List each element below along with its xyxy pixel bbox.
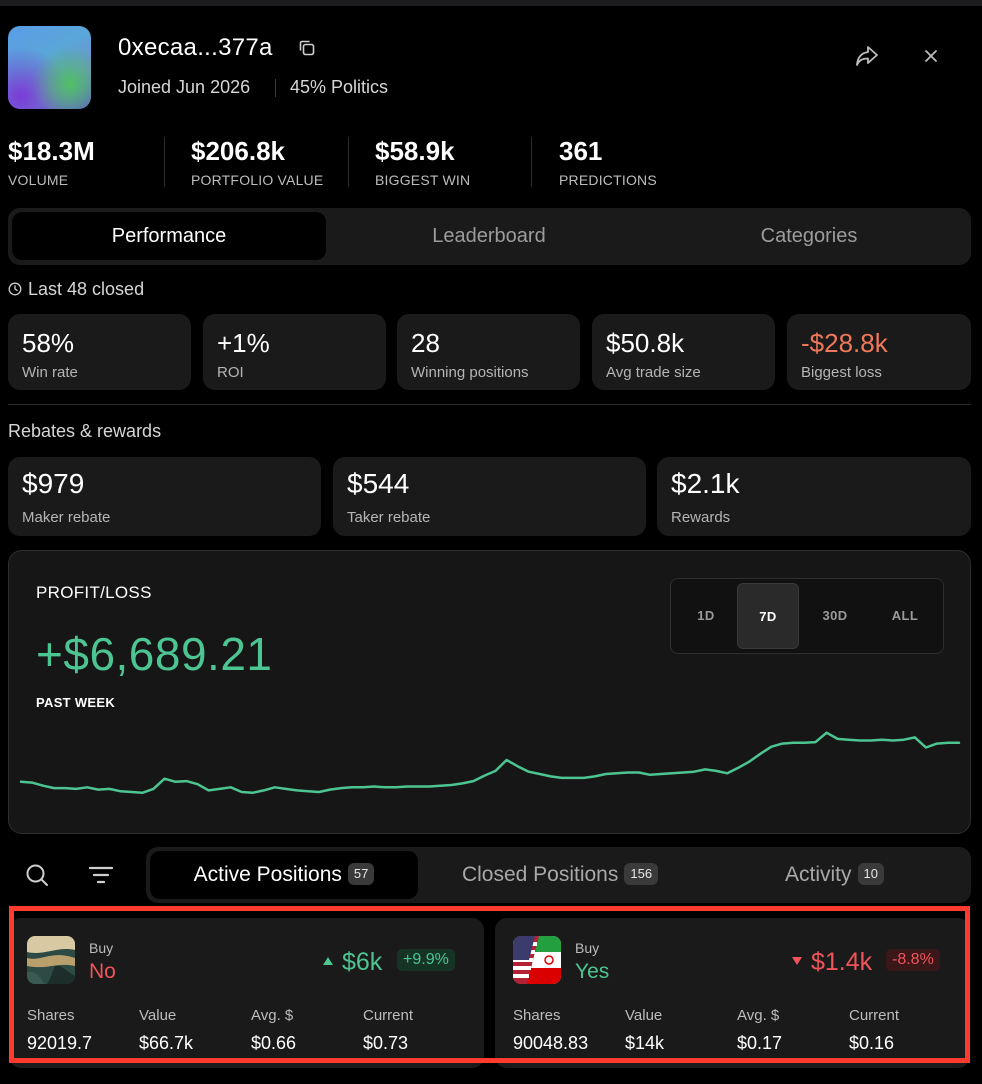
rebate-maker: $979 Maker rebate <box>8 457 321 536</box>
rebate-label: Rewards <box>671 509 731 526</box>
tab-closed-positions[interactable]: Closed Positions 156 <box>422 847 698 903</box>
stat-volume: $18.3M VOLUME <box>8 136 95 188</box>
tab-label: Active Positions <box>193 863 342 886</box>
rebates-title: Rebates & rewards <box>8 421 162 441</box>
top-bar <box>0 0 982 6</box>
search-icon[interactable] <box>24 862 50 888</box>
profile-tabs: Performance Leaderboard Categories <box>8 208 971 265</box>
rebate-value: $2.1k <box>671 468 740 499</box>
avatar <box>8 26 91 109</box>
stat-biggest-win: $58.9k BIGGEST WIN <box>375 136 470 188</box>
tab-activity[interactable]: Activity 10 <box>702 847 967 903</box>
count-badge: 156 <box>624 863 659 885</box>
closed-summary: Last 48 closed <box>8 279 144 300</box>
clock-icon <box>8 282 22 296</box>
stat-label: BIGGEST WIN <box>375 172 471 188</box>
tab-performance[interactable]: Performance <box>12 212 326 260</box>
count-badge: 57 <box>347 863 375 885</box>
tab-label: Closed Positions <box>461 863 619 886</box>
count-badge: 10 <box>857 863 884 885</box>
stat-separator <box>531 137 532 187</box>
rebate-taker: $544 Taker rebate <box>333 457 646 536</box>
stat-value: $18.3M <box>8 136 95 166</box>
pnl-series-line <box>19 731 961 795</box>
metric-win-rate: 58% Win rate <box>8 314 191 390</box>
metric-avg-trade-size: $50.8k Avg trade size <box>592 314 775 390</box>
stat-predictions: 361 PREDICTIONS <box>559 136 657 188</box>
stat-separator <box>348 137 349 187</box>
metric-value: $50.8k <box>606 328 685 358</box>
stat-label: VOLUME <box>8 172 69 188</box>
stat-value: $58.9k <box>375 136 455 166</box>
pnl-panel: PROFIT/LOSS +$6,689.21 PAST WEEK 1D 7D 3… <box>8 550 971 834</box>
rebate-value: $544 <box>347 468 410 499</box>
metric-label: Winning positions <box>411 364 529 381</box>
tab-active-positions[interactable]: Active Positions 57 <box>150 851 418 899</box>
tab-leaderboard[interactable]: Leaderboard <box>330 208 648 265</box>
joined-date: Joined Jun 2026 <box>118 77 251 97</box>
rebate-label: Maker rebate <box>22 509 111 526</box>
stat-portfolio-value: $206.8k PORTFOLIO VALUE <box>191 136 323 188</box>
metric-label: ROI <box>217 364 244 381</box>
copy-icon[interactable] <box>297 38 317 58</box>
stat-label: PORTFOLIO VALUE <box>191 172 324 188</box>
closed-summary-label: Last 48 closed <box>28 279 145 299</box>
rebate-rewards: $2.1k Rewards <box>657 457 971 536</box>
metric-label: Biggest loss <box>801 364 882 381</box>
stat-value: 361 <box>559 136 603 166</box>
metric-biggest-loss: -$28.8k Biggest loss <box>787 314 971 390</box>
section-divider <box>8 404 971 405</box>
tab-categories[interactable]: Categories <box>650 208 968 265</box>
share-icon[interactable] <box>854 44 880 68</box>
metric-roi: +1% ROI <box>203 314 386 390</box>
metric-label: Avg trade size <box>606 364 701 381</box>
pnl-chart <box>19 731 961 795</box>
metric-value: 28 <box>411 328 440 358</box>
close-icon[interactable] <box>921 46 941 66</box>
stat-separator <box>164 137 165 187</box>
meta-separator <box>275 79 276 97</box>
rebate-label: Taker rebate <box>347 509 431 526</box>
metric-value: 58% <box>22 328 75 358</box>
metric-value: -$28.8k <box>801 328 888 358</box>
metric-value: +1% <box>217 328 270 358</box>
positions-tabs: Active Positions 57 Closed Positions 156 A… <box>146 847 971 903</box>
stat-label: PREDICTIONS <box>559 172 657 188</box>
metric-label: Win rate <box>22 364 78 381</box>
username: 0xecaa...377a <box>118 34 273 61</box>
highlight-box <box>9 906 970 1063</box>
metric-winning-positions: 28 Winning positions <box>397 314 580 390</box>
top-category: 45% Politics <box>290 77 389 97</box>
stat-value: $206.8k <box>191 136 285 166</box>
rebate-value: $979 <box>22 468 85 499</box>
filter-icon[interactable] <box>87 862 115 888</box>
tab-label: Activity <box>785 863 852 886</box>
